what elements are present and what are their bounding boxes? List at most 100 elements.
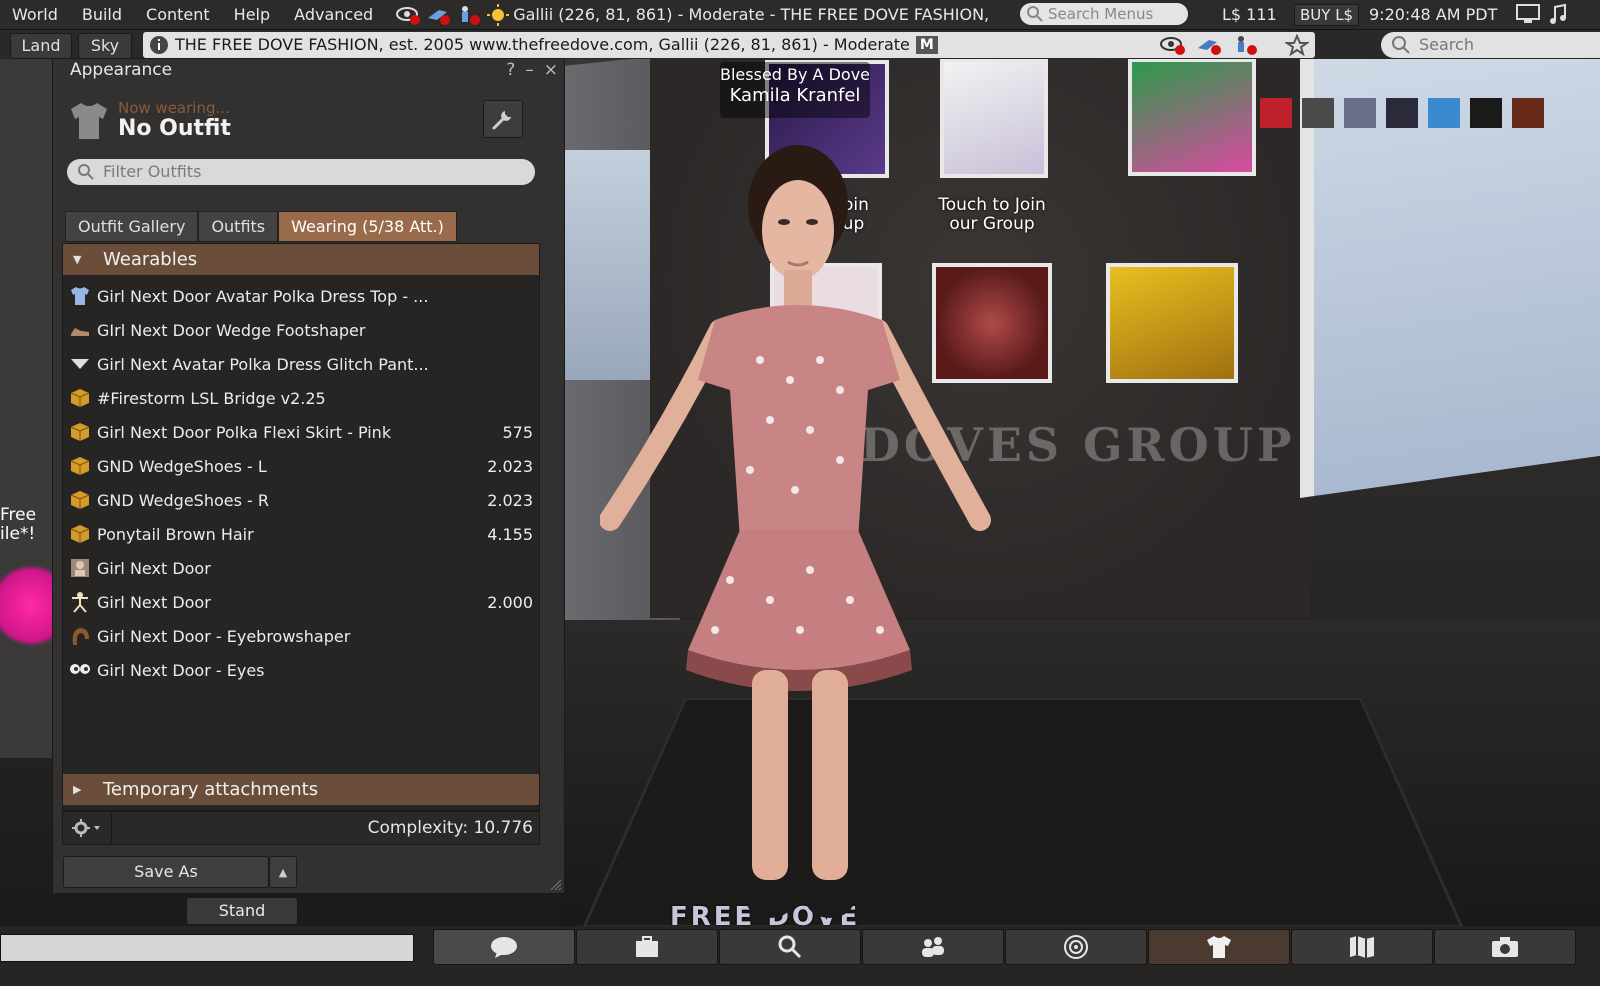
search-placeholder: Search	[1419, 35, 1474, 54]
search-icon	[1392, 36, 1410, 54]
temporary-attachments-header[interactable]: ▶ Temporary attachments	[63, 774, 539, 805]
places-button[interactable]	[1005, 929, 1147, 965]
radar-icon	[1064, 935, 1088, 959]
resize-grip-icon[interactable]	[548, 877, 562, 891]
right-window	[1300, 13, 1600, 498]
star-favorite-icon[interactable]	[1285, 34, 1309, 56]
avatar[interactable]	[600, 130, 1000, 930]
location-text[interactable]: Gallii (226, 81, 861) - Moderate - THE F…	[513, 5, 995, 24]
buy-currency-button[interactable]: BUY L$	[1294, 4, 1360, 26]
edit-outfit-button[interactable]	[483, 100, 523, 138]
inventory-button[interactable]	[576, 929, 718, 965]
now-wearing-label: Now wearing...	[118, 99, 230, 117]
search-menus-input[interactable]: Search Menus	[1020, 3, 1188, 25]
no-voice-icon[interactable]	[1159, 34, 1187, 56]
minimize-button[interactable]: –	[525, 60, 534, 80]
temporary-attachments-label: Temporary attachments	[103, 779, 319, 800]
list-item[interactable]: Girl Next Door - Eyes	[63, 653, 539, 687]
menu-world[interactable]: World	[0, 5, 70, 24]
search-input[interactable]: Search	[1381, 32, 1600, 58]
save-as-button[interactable]: Save As	[63, 856, 269, 888]
map-button[interactable]	[1291, 929, 1433, 965]
blessed-label: Blessed By A Dove Kamila Kranfel	[720, 62, 870, 118]
appearance-button[interactable]	[1148, 929, 1290, 965]
sky-button[interactable]: Sky	[78, 33, 132, 59]
list-item[interactable]: Ponytail Brown Hair 4.155	[63, 517, 539, 551]
menu-advanced[interactable]: Advanced	[282, 5, 385, 24]
list-item[interactable]: Girl Next Avatar Polka Dress Glitch Pant…	[63, 347, 539, 381]
wearables-section-header[interactable]: ▼ Wearables	[63, 244, 539, 275]
location-bar[interactable]: THE FREE DOVE FASHION, est. 2005 www.the…	[143, 32, 1315, 58]
poster-outfit[interactable]	[1128, 58, 1256, 176]
eyes-icon	[70, 664, 90, 674]
list-item[interactable]: Girl Next Door	[63, 551, 539, 585]
menu-content[interactable]: Content	[134, 5, 222, 24]
hud-icon[interactable]	[1260, 98, 1292, 128]
list-item[interactable]: Girl Next Door 2.000	[63, 585, 539, 619]
no-push-icon[interactable]	[1231, 34, 1259, 56]
object-box-icon	[70, 491, 90, 509]
appearance-panel: Appearance ? – × Now wearing... No Outfi…	[52, 58, 565, 894]
sun-icon[interactable]	[485, 3, 511, 26]
hair-icon	[72, 628, 89, 645]
skin-icon	[71, 559, 89, 577]
tab-outfits[interactable]: Outfits	[198, 211, 279, 242]
shirt-icon	[71, 287, 89, 305]
list-item[interactable]: GND WedgeShoes - R 2.023	[63, 483, 539, 517]
people-button[interactable]	[862, 929, 1004, 965]
chevron-up-icon: ▲	[278, 865, 288, 879]
appearance-tabs: Outfit Gallery Outfits Wearing (5/38 Att…	[65, 211, 457, 242]
people-icon	[922, 937, 944, 957]
list-item[interactable]: #Firestorm LSL Bridge v2.25	[63, 381, 539, 415]
list-item[interactable]: GIrl Next Door Wedge Footshaper	[63, 313, 539, 347]
hud-icon[interactable]	[1428, 98, 1460, 128]
camera-icon	[1492, 937, 1518, 957]
hud-icon[interactable]	[1512, 98, 1544, 128]
no-fly-icon[interactable]	[1195, 34, 1223, 56]
menu-help[interactable]: Help	[222, 5, 282, 24]
linden-balance[interactable]: L$ 111	[1222, 5, 1277, 24]
shape-icon	[72, 592, 88, 613]
list-item[interactable]: Girl Next Door Avatar Polka Dress Top - …	[63, 279, 539, 313]
list-item[interactable]: GND WedgeShoes - L 2.023	[63, 449, 539, 483]
filter-outfits-input[interactable]: Filter Outfits	[67, 159, 535, 185]
snapshot-button[interactable]	[1434, 929, 1576, 965]
object-box-icon	[70, 389, 90, 407]
save-as-dropdown-button[interactable]: ▲	[269, 856, 297, 888]
gear-menu-button[interactable]	[63, 812, 112, 844]
shirt-icon	[1207, 936, 1231, 958]
tab-wearing[interactable]: Wearing (5/38 Att.)	[278, 211, 457, 242]
tab-outfit-gallery[interactable]: Outfit Gallery	[65, 211, 199, 242]
panel-title: Appearance	[70, 60, 173, 80]
search-button[interactable]	[719, 929, 861, 965]
location-url: THE FREE DOVE FASHION, est. 2005 www.the…	[175, 35, 910, 54]
hud-icon[interactable]	[1302, 98, 1334, 128]
filter-placeholder: Filter Outfits	[103, 162, 202, 181]
hud-icon[interactable]	[1470, 98, 1502, 128]
no-push-icon[interactable]	[455, 4, 481, 26]
menu-build[interactable]: Build	[70, 5, 134, 24]
list-item[interactable]: Girl Next Door - Eyebrowshaper	[63, 619, 539, 653]
chat-input[interactable]	[0, 934, 414, 962]
stand-button[interactable]: Stand	[186, 897, 298, 925]
land-button[interactable]: Land	[10, 33, 72, 59]
help-button[interactable]: ?	[506, 60, 515, 80]
info-icon[interactable]	[149, 35, 169, 55]
pants-icon	[71, 359, 89, 369]
collapse-arrow-icon: ▼	[73, 253, 82, 266]
monitor-icon[interactable]	[1515, 3, 1541, 25]
poster-exploration-freedom[interactable]	[1106, 263, 1238, 383]
top-menu-bar: World Build Content Help Advanced Gallii…	[0, 0, 1600, 30]
chat-button[interactable]	[433, 929, 575, 965]
close-button[interactable]: ×	[544, 60, 558, 80]
no-fly-icon[interactable]	[425, 4, 451, 26]
music-icon[interactable]	[1547, 3, 1569, 25]
hud-icon[interactable]	[1386, 98, 1418, 128]
no-voice-icon[interactable]	[395, 4, 421, 26]
search-icon	[1027, 6, 1043, 22]
hud-icon[interactable]	[1344, 98, 1376, 128]
maturity-badge[interactable]: M	[915, 36, 938, 54]
object-box-icon	[70, 423, 90, 441]
search-menus-placeholder: Search Menus	[1048, 5, 1154, 23]
list-item[interactable]: Girl Next Door Polka Flexi Skirt - Pink …	[63, 415, 539, 449]
